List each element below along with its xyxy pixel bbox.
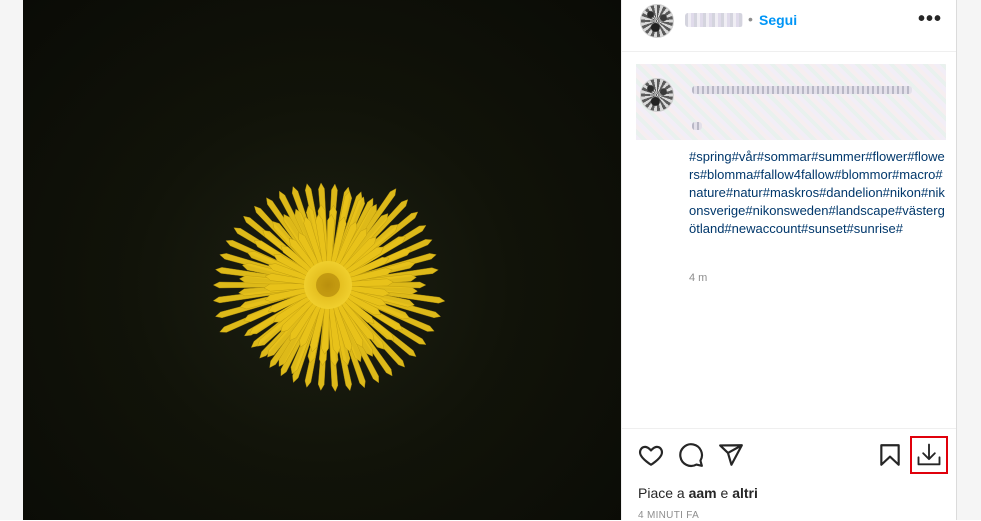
likes-others-link[interactable]: altri (732, 485, 758, 501)
dandelion-image (212, 182, 446, 392)
author-avatar[interactable] (640, 4, 674, 38)
post-header: • Segui ••• (622, 0, 957, 52)
comment-icon[interactable] (678, 442, 704, 468)
download-button-highlight[interactable] (910, 436, 948, 474)
liker-username[interactable]: aam (689, 485, 717, 501)
post-side-panel: • Segui ••• #spring#vår#sommar#summer#fl… (621, 0, 957, 521)
separator-dot: • (748, 11, 753, 27)
likes-middle: e (716, 485, 733, 501)
likes-prefix: Piace a (638, 485, 689, 501)
caption-redacted (636, 64, 946, 140)
likes-summary: Piace a aam e altri (638, 485, 758, 501)
follow-button[interactable]: Segui (759, 12, 797, 28)
caption-author-avatar[interactable] (640, 78, 674, 112)
dandelion-core (316, 273, 340, 297)
caption-hashtags[interactable]: #spring#vår#sommar#summer#flower#flowers… (689, 148, 945, 238)
download-icon[interactable] (915, 441, 943, 469)
author-username-redacted[interactable] (685, 13, 743, 27)
caption-text-redacted-line (692, 122, 702, 130)
caption-timestamp: 4 m (689, 272, 708, 284)
left-gutter (0, 0, 23, 520)
post-photo[interactable] (23, 0, 621, 520)
paper-plane-icon[interactable] (718, 442, 744, 468)
right-gutter (956, 0, 981, 520)
bookmark-icon[interactable] (877, 442, 903, 468)
more-options-icon[interactable]: ••• (918, 8, 942, 31)
post-time: 4 MINUTI FA (638, 510, 700, 521)
caption-text-redacted-line (692, 86, 912, 94)
heart-icon[interactable] (638, 442, 664, 468)
action-bar (622, 428, 957, 480)
